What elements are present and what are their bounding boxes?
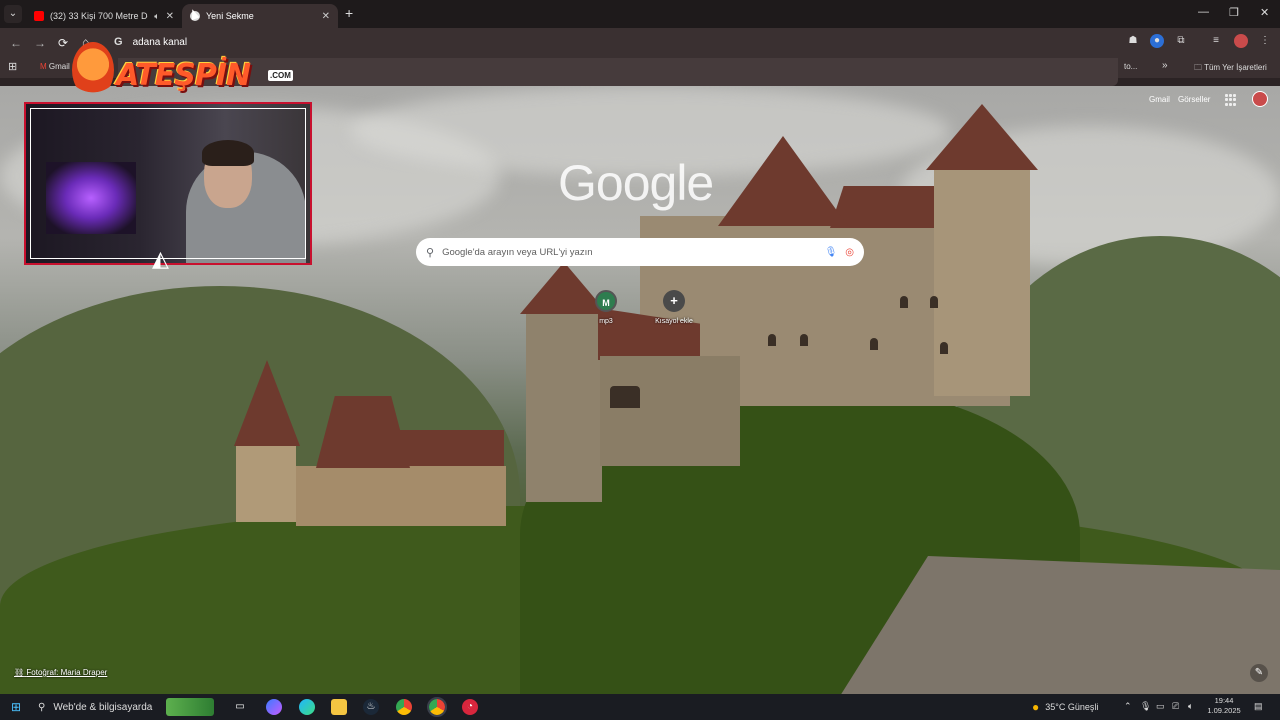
tab-new-tab[interactable]: Yeni Sekme ✕ <box>182 4 338 28</box>
copilot-icon[interactable] <box>266 699 282 715</box>
clock[interactable]: 19:44 1.09.2025 <box>1204 696 1244 716</box>
search-icon: ⚲ <box>38 701 46 713</box>
task-view-icon[interactable]: ▭ <box>232 699 248 715</box>
taskbar-search[interactable]: ⚲ Web'de & bilgisayarda <box>30 696 220 718</box>
network-icon[interactable]: ▭ <box>1156 701 1165 712</box>
google-apps-icon[interactable] <box>1225 94 1237 106</box>
apps-icon[interactable]: ⊞ <box>8 60 17 73</box>
clock-date: 1.09.2025 <box>1207 706 1241 715</box>
address-input[interactable]: adana kanal <box>133 37 188 48</box>
extension-blue-icon[interactable]: ● <box>1150 34 1164 48</box>
brand-logo-suffix: .COM <box>268 70 293 81</box>
clock-time: 19:44 <box>1214 696 1234 705</box>
stream-badge-icon: ◭ <box>152 246 169 271</box>
youtube-icon <box>34 11 44 21</box>
google-logo: Google <box>558 155 714 211</box>
bookmark-truncated[interactable]: to... <box>1124 62 1137 71</box>
tab-title: Yeni Sekme <box>206 11 254 21</box>
tray-overflow-icon[interactable]: ⌃ <box>1124 701 1132 712</box>
minimize-icon[interactable]: — <box>1198 6 1209 18</box>
edge-icon[interactable] <box>299 699 315 715</box>
webcam-overlay <box>24 102 312 265</box>
bookmark-gmail[interactable]: M Gmail <box>40 62 70 71</box>
search-placeholder[interactable]: Google'da arayın veya URL'yi yazın <box>442 247 817 258</box>
shortcut-label: Kısayol ekle <box>655 318 693 325</box>
google-lens-icon[interactable]: ◎ <box>845 247 854 258</box>
account-avatar[interactable] <box>1252 91 1268 107</box>
google-g-icon: G <box>114 36 123 48</box>
add-shortcut-icon: + <box>663 290 685 312</box>
search-highlight-icon <box>166 698 215 716</box>
google-search-box[interactable]: ⚲ Google'da arayın veya URL'yi yazın 🎙︎ … <box>416 238 864 266</box>
extensions-puzzle-icon[interactable]: ⧉ <box>1174 34 1188 48</box>
gmail-icon: M <box>40 62 47 71</box>
volume-icon[interactable]: 🔈︎ <box>1188 701 1193 712</box>
close-window-icon[interactable]: ✕ <box>1260 6 1269 19</box>
images-link[interactable]: Görseller <box>1178 95 1210 104</box>
chrome-taskbar-icon[interactable] <box>396 699 412 715</box>
link-icon: ⛓︎ <box>14 668 25 677</box>
more-bookmarks-icon[interactable]: » <box>1162 60 1168 71</box>
microphone-tray-icon[interactable]: 🎙︎ <box>1140 701 1151 712</box>
back-icon[interactable]: ← <box>10 36 22 50</box>
address-bar[interactable]: G adana kanal <box>106 32 1116 52</box>
display-icon[interactable]: ⎚ <box>1172 701 1179 712</box>
webcam-frame <box>30 108 306 259</box>
steam-icon[interactable]: ♨ <box>363 699 379 715</box>
tab-youtube[interactable]: (32) 33 Kişi 700 Metre Deri 🔈︎ ✕ <box>26 4 182 28</box>
search-icon: ⚲ <box>426 246 435 259</box>
menu-icon[interactable]: ⋮ <box>1258 34 1272 48</box>
media-controls-icon[interactable]: ≡ <box>1209 34 1223 48</box>
tab-title: (32) 33 Kişi 700 Metre Deri <box>50 11 149 21</box>
mascot-logo <box>72 42 114 98</box>
forward-icon[interactable]: → <box>34 36 46 50</box>
brand-logo-text: ATEŞPİN <box>116 58 251 93</box>
close-tab-icon[interactable]: ✕ <box>322 11 330 22</box>
shortcut-label: mp3 <box>599 318 613 325</box>
reload-icon[interactable]: ⟳ <box>58 36 68 50</box>
all-bookmarks-folder[interactable]: 🗀︎ Tüm Yer İşaretleri <box>1194 62 1267 76</box>
customize-pencil-icon[interactable]: ✎ <box>1250 664 1268 682</box>
gmail-link[interactable]: Gmail <box>1149 95 1170 104</box>
sun-icon: ● <box>1032 700 1040 714</box>
notifications-icon[interactable]: ▤ <box>1254 701 1263 712</box>
folder-icon: 🗀︎ <box>1194 63 1202 72</box>
speaker-icon[interactable]: 🔈︎ <box>154 11 159 22</box>
shortcut-add[interactable]: + Kısayol ekle <box>654 290 694 325</box>
extension-icon[interactable]: ☗ <box>1126 34 1140 48</box>
profile-avatar-icon[interactable] <box>1234 34 1248 48</box>
file-explorer-icon[interactable] <box>331 699 347 715</box>
chrome-active-taskbar-icon[interactable] <box>427 697 447 717</box>
restore-icon[interactable]: ❐ <box>1229 6 1239 19</box>
microphone-icon[interactable]: 🎙︎ <box>825 247 838 258</box>
shortcut-mp3-icon: M <box>595 290 617 312</box>
app-taskbar-icon[interactable]: ◔ <box>462 699 478 715</box>
tab-search-button[interactable]: ⌄ <box>4 5 22 23</box>
shortcut-mp3[interactable]: M mp3 <box>586 290 626 325</box>
windows-start-icon[interactable]: ⊞ <box>8 699 24 715</box>
close-tab-icon[interactable]: ✕ <box>166 11 174 22</box>
new-tab-button[interactable]: + <box>345 5 353 21</box>
weather-widget[interactable]: ● 35°C Güneşli <box>1032 700 1098 714</box>
photo-credit-link[interactable]: ⛓︎ Fotoğraf: Maria Draper <box>14 668 107 677</box>
